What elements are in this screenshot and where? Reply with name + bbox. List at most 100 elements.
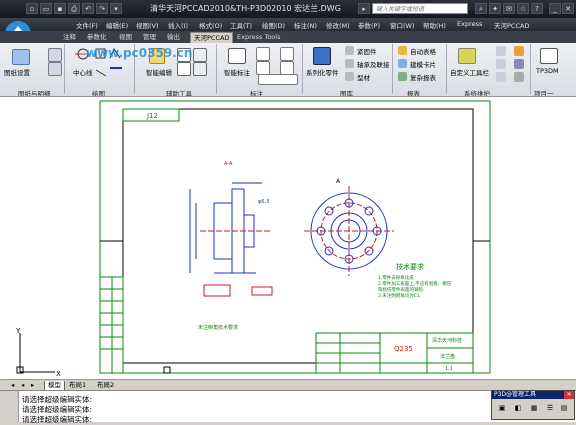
palette-close-icon[interactable]: ✕	[564, 391, 574, 399]
tab-manage[interactable]: 管理	[140, 32, 159, 43]
panel-title-report[interactable]: 报表	[407, 88, 420, 98]
nav-prev-icon[interactable]: ◂	[18, 381, 27, 390]
custom-toolbar-button[interactable]: 自定义工具栏	[450, 67, 489, 77]
config-icon[interactable]	[496, 46, 506, 56]
menu-express[interactable]: Express	[457, 20, 482, 28]
smart-dimension-button[interactable]: 智能标注	[224, 67, 250, 77]
tp3dm-button[interactable]: TP3DM	[536, 67, 559, 75]
redo-icon[interactable]: ↷	[96, 3, 108, 14]
minimize-icon[interactable]: _	[549, 3, 561, 14]
menu-pccad[interactable]: 天河PCCAD	[494, 20, 529, 30]
menu-view[interactable]: 视图(V)	[136, 20, 159, 30]
style-icon[interactable]	[496, 59, 506, 69]
save-icon[interactable]: ▪	[54, 3, 66, 14]
tolerance-icon[interactable]	[256, 61, 270, 75]
tab-layout1[interactable]: 布局1	[66, 381, 89, 390]
print-icon[interactable]: ⎙	[68, 3, 80, 14]
p3d-manage-palette[interactable]: P3D@管理工具 ✕ ▣ ◧ ▦ ☰ ▤	[491, 390, 575, 420]
table-icon[interactable]: ▤	[558, 402, 570, 414]
custom-toolbar-icon[interactable]	[458, 48, 476, 64]
drawing-canvas[interactable]: J12 A-A φ6.3 A 技术要求 1.零件去除氧化皮. 2.零件加工表面上…	[0, 96, 576, 380]
search-input[interactable]: 键入关键字或短语	[372, 3, 468, 14]
series-parts-button[interactable]: 系列化零件	[306, 67, 339, 77]
lineweight-icon[interactable]	[193, 62, 207, 76]
auto-table-button[interactable]: 自动表格	[410, 46, 436, 56]
drawing-setup-button[interactable]: 图纸设置	[4, 67, 30, 77]
plot-icon[interactable]: ▾	[110, 3, 122, 14]
drawing-setup-icon[interactable]	[12, 49, 30, 65]
table-icon[interactable]	[48, 62, 62, 76]
complex-report-icon[interactable]	[398, 72, 407, 81]
menu-modify[interactable]: 修改(M)	[326, 20, 350, 30]
profile-icon[interactable]	[345, 72, 354, 81]
menu-file[interactable]: 文件(F)	[76, 20, 98, 30]
model-card-icon[interactable]	[398, 59, 407, 68]
favorites-icon[interactable]: ☆	[517, 3, 529, 14]
tab-express-tools[interactable]: Express Tools	[234, 32, 283, 43]
tab-layout2[interactable]: 布局2	[94, 381, 117, 390]
fastener-icon[interactable]	[345, 46, 354, 55]
text-style-icon[interactable]	[258, 74, 298, 85]
tab-annotate[interactable]: 注释	[60, 32, 79, 43]
panel-title-aux[interactable]: 辅助工具	[166, 88, 192, 98]
dropdown-arrow-icon[interactable]: ▸	[358, 3, 370, 14]
palette-title[interactable]: P3D@管理工具	[492, 391, 574, 399]
layer-icon[interactable]: ◧	[512, 402, 524, 414]
complex-report-button[interactable]: 复杂报表	[410, 72, 436, 82]
smart-dimension-icon[interactable]	[228, 48, 246, 64]
menu-draw[interactable]: 绘图(D)	[262, 20, 285, 30]
series-parts-icon[interactable]	[313, 47, 331, 65]
properties-icon[interactable]	[193, 48, 207, 62]
new-file-icon[interactable]: ▫	[26, 3, 38, 14]
grid-icon[interactable]: ▦	[528, 402, 540, 414]
smart-edit-button[interactable]: 智能编辑	[146, 67, 172, 77]
info-icon[interactable]	[514, 72, 524, 82]
nav-first-icon[interactable]: ◂	[8, 381, 17, 390]
search-icon[interactable]: ⌕	[475, 3, 487, 14]
menu-tools[interactable]: 工具(T)	[230, 20, 252, 30]
open-file-icon[interactable]: ▭	[40, 3, 52, 14]
panel-title-system[interactable]: 系统维护	[464, 88, 490, 98]
panel-title-drawing[interactable]: 图纸与明细	[18, 88, 51, 98]
color-icon[interactable]	[496, 72, 506, 82]
menu-parametric[interactable]: 参数(P)	[358, 20, 380, 30]
profile-button[interactable]: 型材	[357, 72, 370, 82]
bearing-icon[interactable]	[345, 59, 354, 68]
tab-view[interactable]: 视图	[116, 32, 135, 43]
bom-icon[interactable]	[48, 48, 62, 62]
communication-icon[interactable]: ✉	[503, 3, 515, 14]
close-icon[interactable]: ✕	[562, 3, 574, 14]
panel-title-dim[interactable]: 标注	[250, 88, 263, 98]
datum-icon[interactable]	[280, 47, 294, 61]
menu-help[interactable]: 帮助(H)	[423, 20, 446, 30]
line-icon[interactable]	[95, 69, 107, 77]
lock-icon[interactable]	[514, 46, 524, 56]
command-handle[interactable]	[0, 391, 19, 422]
menu-insert[interactable]: 插入(I)	[168, 20, 188, 30]
subscription-icon[interactable]: ✦	[489, 3, 501, 14]
nav-next-icon[interactable]: ▸	[28, 381, 37, 390]
menu-edit[interactable]: 编辑(E)	[106, 20, 128, 30]
tp3dm-icon[interactable]	[540, 48, 558, 64]
help-icon[interactable]: ?	[531, 3, 543, 14]
menu-dimension[interactable]: 标注(N)	[294, 20, 317, 30]
gear-icon[interactable]	[514, 59, 524, 69]
tab-output[interactable]: 输出	[164, 32, 183, 43]
command-window[interactable]: 请选择超级编辑实体: 请选择超级编辑实体: 请选择超级编辑实体:	[0, 390, 576, 424]
roughness-icon[interactable]	[256, 47, 270, 61]
centerline-button[interactable]: 中心线	[73, 67, 93, 77]
menu-window[interactable]: 窗口(W)	[390, 20, 415, 30]
undo-icon[interactable]: ↶	[82, 3, 94, 14]
tab-parametric[interactable]: 参数化	[84, 32, 110, 43]
viewport-icon[interactable]: ▣	[496, 402, 508, 414]
panel-title-library[interactable]: 图库	[340, 88, 353, 98]
menu-format[interactable]: 格式(O)	[199, 20, 222, 30]
auto-table-icon[interactable]	[398, 46, 407, 55]
leader-icon[interactable]	[280, 61, 294, 75]
bearing-button[interactable]: 轴承及联接	[357, 59, 390, 69]
linetype-icon[interactable]	[177, 62, 191, 76]
panel-title-draw[interactable]: 绘图	[92, 88, 105, 98]
fastener-button[interactable]: 紧固件	[357, 46, 377, 56]
model-card-button[interactable]: 建模卡片	[410, 59, 436, 69]
panel-title-project[interactable]: 项目一	[534, 88, 554, 98]
